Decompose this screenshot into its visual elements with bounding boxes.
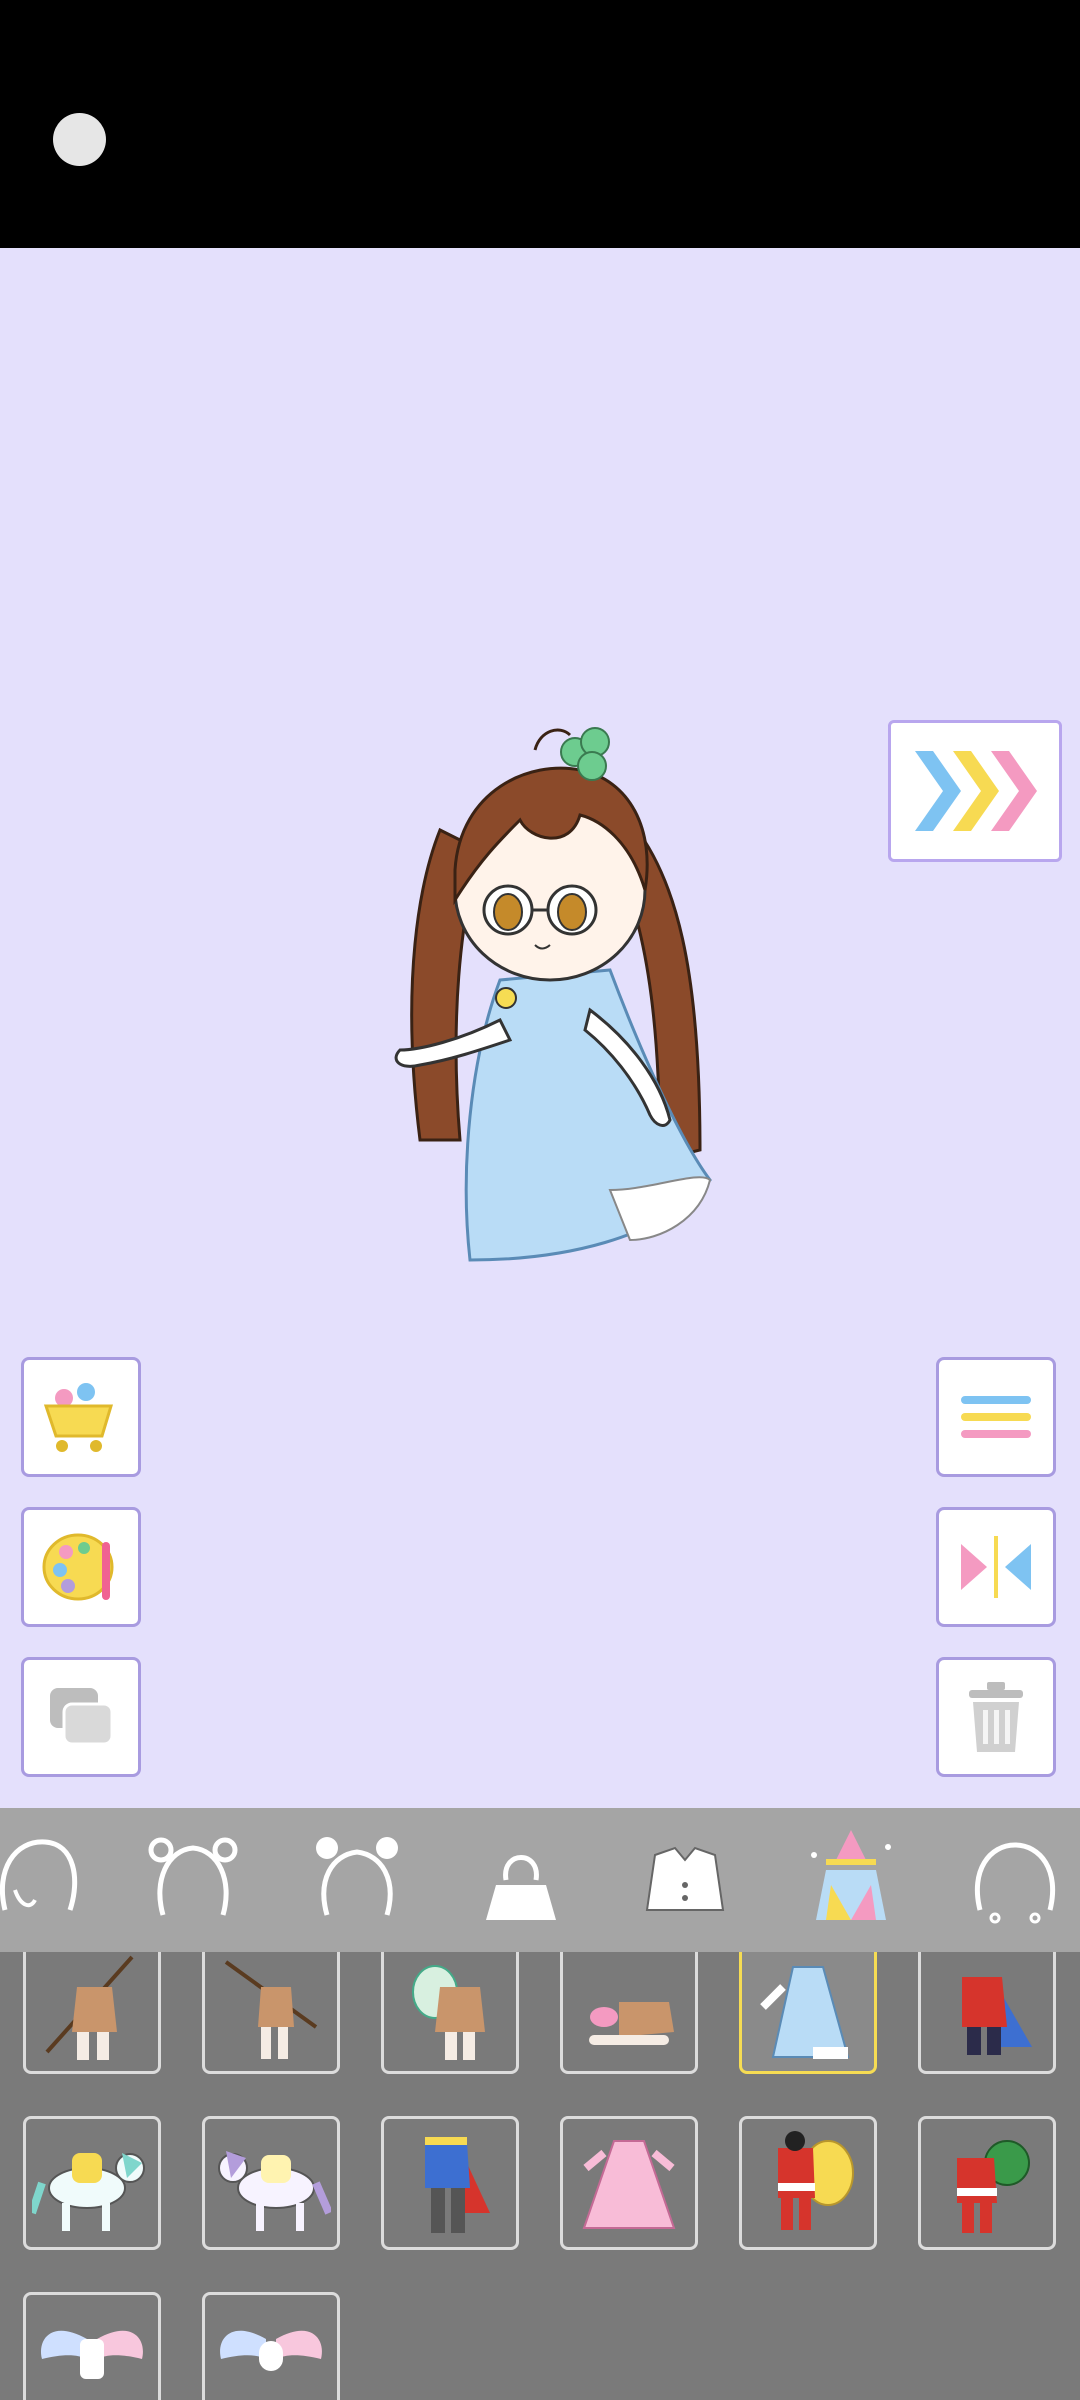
status-bar — [0, 0, 1080, 248]
item-grid — [0, 1952, 1080, 2400]
mirror-flip-icon — [961, 1536, 1031, 1598]
hoodie-icon — [486, 1855, 556, 1920]
santa-green-sack-icon — [957, 2140, 1030, 2233]
egg-costume-icon — [412, 1965, 485, 2060]
tab-head-accessory[interactable] — [960, 1818, 1070, 1942]
spear-caveman-icon — [45, 1955, 134, 2060]
head-outline-icon — [974, 1842, 1056, 1924]
tab-jacket[interactable] — [630, 1818, 740, 1942]
item-spear-caveman[interactable] — [23, 1952, 161, 2074]
prince-outfit-icon — [425, 2137, 490, 2233]
tab-costume-set[interactable] — [796, 1818, 906, 1942]
item-angel-wings-blue[interactable] — [23, 2292, 161, 2400]
layers-icon — [50, 1688, 114, 1746]
angel-wings-pink-icon — [220, 2330, 322, 2371]
item-red-soldier[interactable] — [918, 1952, 1056, 2074]
triple-chevron-right-icon — [915, 751, 1037, 831]
tab-hair-pigtails[interactable] — [138, 1818, 248, 1942]
purple-horse-icon — [218, 2151, 331, 2231]
spear-hunter-icon — [224, 1960, 318, 2059]
hamburger-menu-icon — [961, 1396, 1031, 1438]
lying-outfit-icon — [589, 2002, 674, 2045]
red-soldier-icon — [962, 1977, 1032, 2055]
character-avatar — [394, 727, 712, 1262]
next-button[interactable] — [888, 720, 1062, 862]
hair-buns-icon — [316, 1837, 398, 1916]
layers-button[interactable] — [21, 1657, 141, 1777]
item-santa-sack[interactable] — [739, 2116, 877, 2250]
blue-dress-icon — [760, 1966, 850, 2059]
item-teal-horse[interactable] — [23, 2116, 161, 2250]
item-egg-costume[interactable] — [381, 1952, 519, 2074]
tab-hair-back[interactable] — [0, 1818, 90, 1942]
item-angel-wings-pink[interactable] — [202, 2292, 340, 2400]
item-blue-princess-dress[interactable] — [739, 1952, 877, 2074]
menu-button[interactable] — [936, 1357, 1056, 1477]
hair-pigtails-icon — [148, 1837, 238, 1916]
hair-back-icon — [0, 1839, 78, 1911]
jacket-icon — [645, 1846, 725, 1911]
trash-can-icon — [969, 1682, 1023, 1752]
item-prince-outfit[interactable] — [381, 2116, 519, 2250]
costume-set-icon — [811, 1830, 891, 1920]
teal-horse-icon — [32, 2153, 145, 2231]
shopping-cart-icon — [43, 1383, 114, 1452]
camera-cutout — [53, 113, 106, 166]
delete-button[interactable] — [936, 1657, 1056, 1777]
item-pink-dress[interactable] — [560, 2116, 698, 2250]
tab-hoodie[interactable] — [466, 1818, 576, 1942]
flip-button[interactable] — [936, 1507, 1056, 1627]
santa-sack-icon — [778, 2131, 854, 2230]
angel-wings-icon — [41, 2330, 143, 2379]
item-lying-outfit[interactable] — [560, 1952, 698, 2074]
palette-button[interactable] — [21, 1507, 141, 1627]
item-spear-hunter[interactable] — [202, 1952, 340, 2074]
pink-dress-icon — [582, 2140, 676, 2229]
item-santa-green-sack[interactable] — [918, 2116, 1056, 2250]
dress-up-stage — [0, 248, 1080, 1808]
shop-button[interactable] — [21, 1357, 141, 1477]
tab-hair-buns[interactable] — [302, 1818, 412, 1942]
item-purple-horse[interactable] — [202, 2116, 340, 2250]
paint-palette-icon — [42, 1533, 114, 1601]
